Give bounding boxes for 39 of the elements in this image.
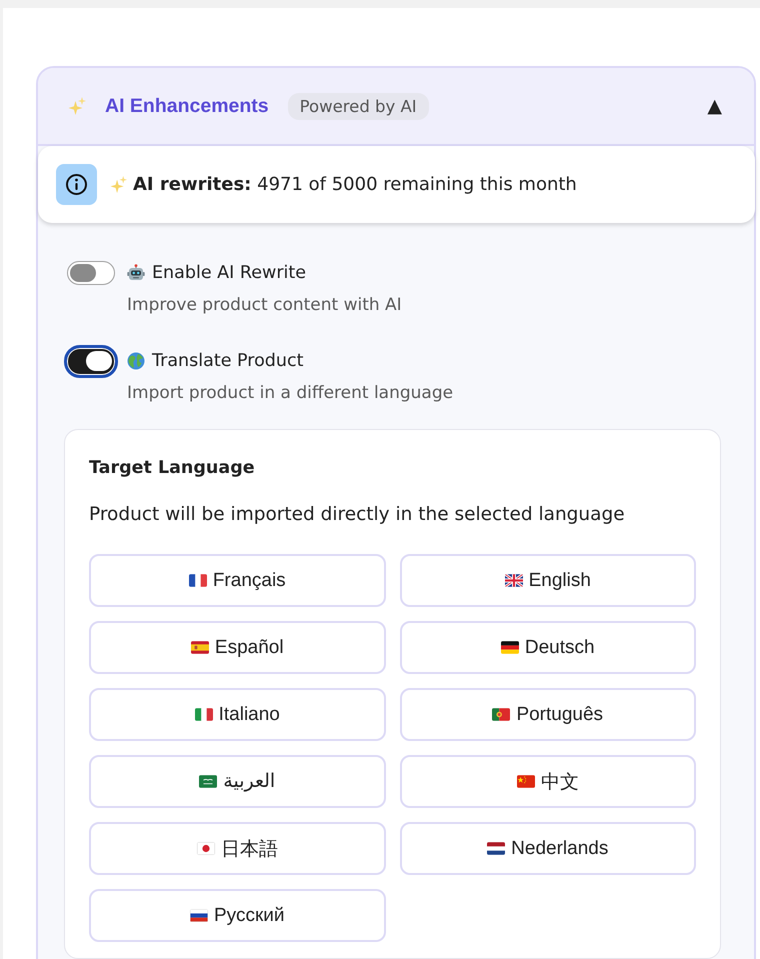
quota-text: AI rewrites: 4971 of 5000 remaining this month [133,174,577,195]
option-description: Improve product content with AI [127,294,402,316]
language-option[interactable]: English [400,554,696,607]
language-option[interactable]: Italiano [89,688,386,741]
flag-icon [516,775,535,788]
flag-icon [492,708,510,721]
language-option[interactable]: Nederlands [400,822,696,875]
option-description: Import product in a different language [127,382,454,404]
language-option[interactable]: Español [89,621,386,674]
flag-icon [190,909,208,922]
panel-title: AI Enhancements [105,94,269,118]
language-option[interactable]: Português [400,688,696,741]
flag-icon [190,641,209,654]
robot-icon [127,264,145,282]
ai-badge: Powered by AI [288,92,429,120]
toggle-switch[interactable] [64,344,118,378]
flag-icon [194,708,213,721]
language-option[interactable]: Français [89,554,386,607]
language-option[interactable]: Русский [89,889,386,942]
option-label: Enable AI Rewrite [152,263,306,283]
sparkle-icon [68,97,86,115]
sparkle-icon [110,176,127,193]
option-label: Translate Product [152,351,304,371]
section-title: Target Language [89,457,255,480]
flag-icon [199,775,218,788]
collapse-button[interactable]: ▲ [707,95,722,117]
info-icon [56,164,97,205]
flag-icon [188,574,207,587]
toggle-switch[interactable] [67,261,115,285]
language-option[interactable]: Deutsch [400,621,696,674]
flag-icon [500,641,519,654]
flag-icon [504,574,523,587]
globe-icon [127,352,145,370]
language-option[interactable]: العربية [89,755,386,808]
language-option[interactable]: 日本語 [89,822,386,875]
flag-icon [487,842,506,855]
language-option[interactable]: 中文 [400,755,696,808]
section-description: Product will be imported directly in the selected language [89,503,625,527]
flag-icon [196,842,215,855]
